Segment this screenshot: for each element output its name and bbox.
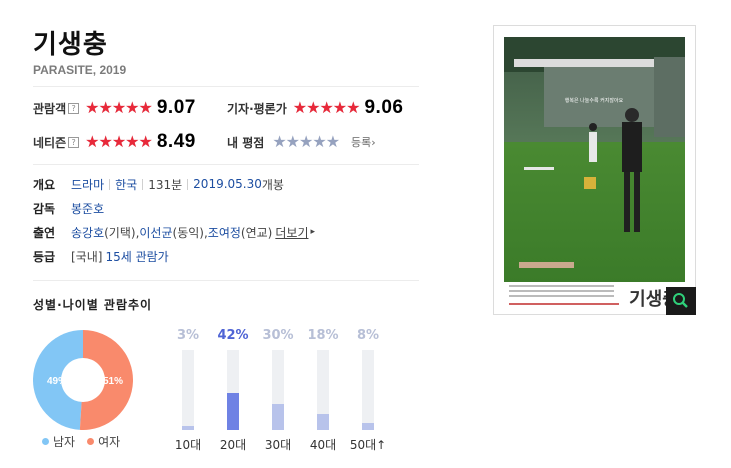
critic-stars: ★★★★★ ★★★★★ [292, 98, 361, 117]
age-label: 10대 [174, 438, 202, 452]
divider [142, 178, 144, 190]
overview-row: 개요 드라마 한국 131분 2019.05.30 개봉 [33, 175, 284, 193]
director-row: 감독 봉준호 [33, 199, 104, 217]
age-percent: 3% [176, 328, 200, 343]
netizen-help-icon[interactable]: ? [68, 136, 80, 148]
age-column: 8% 50대↑ [348, 328, 388, 453]
age-column: 30% 30대 [258, 328, 298, 453]
divider [33, 164, 419, 165]
my-rating-stars[interactable]: ★★★★★★★★★★ [272, 132, 340, 152]
rating-row-2: 네티즌 ? ★★★★★ ★★★★★ 8.49 [33, 131, 196, 153]
pie-hole [61, 358, 105, 402]
netizen-rating-label: 네티즌 [33, 135, 67, 150]
age-label: 30대 [264, 438, 292, 452]
age-bar [272, 403, 284, 430]
age-bar-track [182, 350, 194, 430]
legend-female: 여자 [87, 433, 120, 450]
pie-label-female: 51% [103, 376, 123, 387]
age-label: 40대 [309, 438, 337, 452]
age-label: 20대 [219, 438, 247, 452]
grade-link[interactable]: 15세 관람가 [105, 248, 168, 265]
legend-male: 남자 [42, 433, 75, 450]
zoom-button[interactable] [666, 287, 696, 315]
rating-row-1: 관람객 ? ★★★★★ ★★★★★ 9.07 [33, 97, 196, 119]
actor-link[interactable]: 이선균 [139, 224, 172, 241]
gender-pie-chart: 49% 51% [33, 330, 133, 430]
movie-subtitle: PARASITE, 2019 [33, 63, 127, 77]
age-bar [182, 426, 194, 430]
gender-legend: 남자 여자 [42, 433, 120, 450]
age-bar-track [272, 350, 284, 430]
grade-prefix: [국내] [71, 249, 103, 264]
audience-help-icon[interactable]: ? [68, 102, 80, 114]
critic-rating-label: 기자·평론가 [227, 101, 287, 116]
age-percent: 18% [307, 328, 339, 343]
my-rating-row: 내 평점 ★★★★★★★★★★ 등록› [227, 131, 376, 153]
age-bar-track [362, 350, 374, 430]
audience-score: 9.07 [156, 97, 196, 118]
runtime: 131분 [148, 177, 183, 192]
cast-label: 출연 [33, 225, 56, 240]
age-percent: 30% [262, 328, 294, 343]
grade-row: 등급 [국내] 15세 관람가 [33, 247, 169, 265]
age-bar-track [227, 350, 239, 430]
more-cast-link[interactable]: 더보기 [275, 224, 308, 241]
divider [109, 178, 111, 190]
overview-label: 개요 [33, 177, 56, 192]
rating-row-critic: 기자·평론가 ★★★★★ ★★★★★ 9.06 [227, 97, 403, 119]
country-link[interactable]: 한국 [115, 176, 137, 193]
audience-stars: ★★★★★ ★★★★★ [85, 98, 153, 117]
age-bar [362, 422, 374, 430]
audience-rating-label: 관람객 [33, 101, 67, 116]
age-percent: 8% [356, 328, 380, 343]
triangle-right-icon: ▸ [310, 227, 316, 237]
actor-role: (기택), [104, 225, 140, 240]
age-label: 50대↑ [349, 438, 387, 452]
pie-label-male: 49% [47, 376, 67, 387]
age-bar [317, 414, 329, 430]
age-column: 18% 40대 [303, 328, 343, 453]
age-column: 3% 10대 [168, 328, 208, 453]
actor-role: (연교) [240, 225, 273, 240]
chevron-right-icon: › [371, 136, 376, 149]
movie-poster[interactable]: 행복은 나눌수록 커지잖아요 기생충 [504, 37, 685, 314]
age-percent: 42% [217, 328, 249, 343]
age-column: 42% 20대 [213, 328, 253, 453]
netizen-score: 8.49 [156, 131, 196, 152]
divider [33, 86, 419, 87]
release-date-link[interactable]: 2019.05.30 [193, 177, 262, 191]
netizen-stars: ★★★★★ ★★★★★ [85, 132, 153, 151]
director-link[interactable]: 봉준호 [71, 200, 104, 217]
divider [187, 178, 189, 190]
release-suffix: 개봉 [261, 177, 284, 192]
critic-score: 9.06 [364, 97, 404, 118]
dot-icon [87, 438, 95, 445]
poster-tagline: 행복은 나눌수록 커지잖아요 [565, 97, 624, 104]
age-bar-track [317, 350, 329, 430]
age-bar [227, 393, 239, 430]
genre-link[interactable]: 드라마 [71, 176, 104, 193]
actor-link[interactable]: 조여정 [208, 224, 241, 241]
actor-link[interactable]: 송강호 [71, 224, 104, 241]
search-icon [673, 293, 688, 308]
divider [33, 280, 419, 281]
register-rating-link[interactable]: 등록› [351, 134, 376, 150]
dot-icon [42, 438, 49, 445]
grade-label: 등급 [33, 249, 56, 264]
section-title: 성별·나이별 관람추이 [33, 298, 153, 312]
actor-role: (동익), [172, 225, 208, 240]
director-label: 감독 [33, 201, 56, 216]
cast-row: 출연 송강호 (기택), 이선균 (동익), 조여정 (연교) 더보기 ▸ [33, 223, 315, 241]
my-rating-label: 내 평점 [227, 135, 265, 150]
movie-title: 기생충 [33, 30, 108, 60]
